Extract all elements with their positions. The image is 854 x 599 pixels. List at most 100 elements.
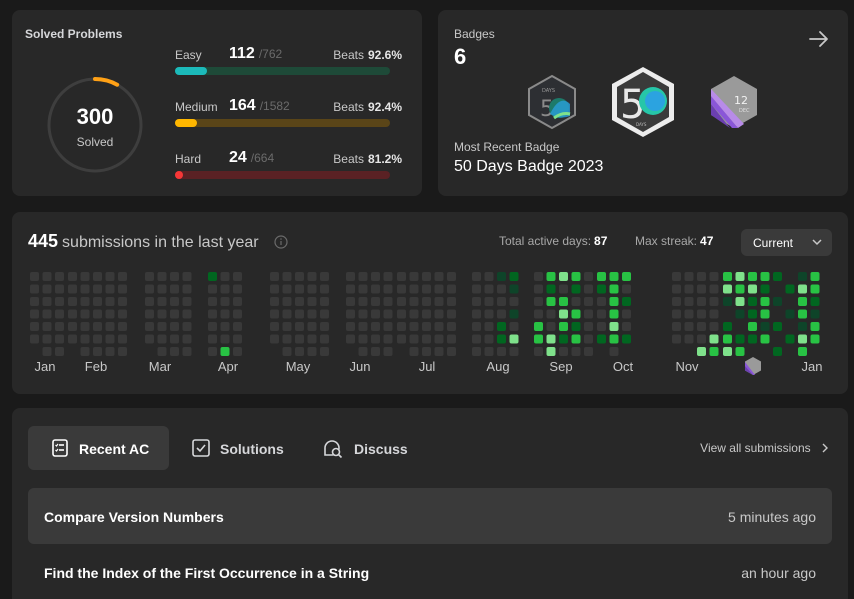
heatmap-cell[interactable]: [798, 322, 807, 331]
heatmap-cell[interactable]: [295, 284, 304, 294]
heatmap-cell[interactable]: [472, 347, 481, 356]
heatmap-cell[interactable]: [735, 334, 745, 344]
heatmap-cell[interactable]: [497, 309, 506, 319]
heatmap-cell[interactable]: [118, 284, 127, 294]
heatmap-cell[interactable]: [697, 284, 706, 294]
50-days-small-badge-icon[interactable]: DAYS 5: [526, 74, 578, 130]
heatmap-cell[interactable]: [55, 347, 64, 356]
heatmap-cell[interactable]: [170, 309, 179, 319]
heatmap-cell[interactable]: [346, 284, 355, 294]
heatmap-cell[interactable]: [609, 347, 619, 356]
heatmap-cell[interactable]: [534, 309, 543, 319]
heatmap-cell[interactable]: [584, 334, 593, 344]
heatmap-cell[interactable]: [307, 272, 317, 281]
heatmap-cell[interactable]: [422, 309, 431, 319]
heatmap-cell[interactable]: [220, 284, 230, 294]
dec-12-badge-icon[interactable]: 12 DEC: [708, 74, 760, 130]
heatmap-cell[interactable]: [622, 309, 631, 319]
heatmap-cell[interactable]: [80, 284, 90, 294]
heatmap-cell[interactable]: [735, 309, 745, 319]
heatmap-cell[interactable]: [346, 297, 355, 306]
heatmap-cell[interactable]: [810, 322, 820, 331]
heatmap-cell[interactable]: [571, 297, 581, 306]
heatmap-cell[interactable]: [497, 334, 506, 344]
heatmap-cell[interactable]: [785, 284, 795, 294]
heatmap-cell[interactable]: [534, 347, 543, 356]
heatmap-cell[interactable]: [307, 322, 317, 331]
heatmap-cell[interactable]: [447, 297, 456, 306]
heatmap-cell[interactable]: [723, 297, 732, 306]
view-all-submissions-link[interactable]: View all submissions: [700, 441, 830, 455]
heatmap-cell[interactable]: [709, 297, 719, 306]
heatmap-cell[interactable]: [358, 284, 368, 294]
heatmap-cell[interactable]: [105, 309, 115, 319]
heatmap-cell[interactable]: [30, 284, 39, 294]
heatmap-cell[interactable]: [383, 334, 393, 344]
heatmap-cell[interactable]: [534, 334, 543, 344]
heatmap-cell[interactable]: [371, 322, 380, 331]
heatmap-cell[interactable]: [735, 297, 745, 306]
heatmap-cell[interactable]: [118, 309, 127, 319]
heatmap-cell[interactable]: [270, 322, 279, 331]
heatmap-cell[interactable]: [723, 284, 732, 294]
heatmap-cell[interactable]: [30, 322, 39, 331]
heatmap-cell[interactable]: [760, 322, 770, 331]
heatmap-cell[interactable]: [597, 334, 606, 344]
heatmap-cell[interactable]: [409, 297, 419, 306]
heatmap-cell[interactable]: [157, 322, 167, 331]
heatmap-cell[interactable]: [105, 284, 115, 294]
heatmap-cell[interactable]: [233, 334, 242, 344]
heatmap-cell[interactable]: [773, 297, 782, 306]
heatmap-cell[interactable]: [584, 309, 593, 319]
heatmap-cell[interactable]: [810, 284, 820, 294]
heatmap-cell[interactable]: [434, 334, 444, 344]
heatmap-cell[interactable]: [80, 347, 90, 356]
heatmap-cell[interactable]: [93, 347, 102, 356]
heatmap-cell[interactable]: [798, 297, 807, 306]
heatmap-cell[interactable]: [118, 347, 127, 356]
heatmap-cell[interactable]: [295, 322, 304, 331]
heatmap-cell[interactable]: [684, 322, 694, 331]
heatmap-cell[interactable]: [371, 334, 380, 344]
heatmap-cell[interactable]: [546, 334, 556, 344]
heatmap-cell[interactable]: [30, 297, 39, 306]
heatmap-cell[interactable]: [358, 272, 368, 281]
heatmap-cell[interactable]: [371, 284, 380, 294]
heatmap-cell[interactable]: [397, 284, 406, 294]
heatmap-cell[interactable]: [559, 347, 568, 356]
heatmap-cell[interactable]: [484, 347, 494, 356]
heatmap-cell[interactable]: [497, 272, 506, 281]
heatmap-cell[interactable]: [571, 284, 581, 294]
heatmap-cell[interactable]: [622, 334, 631, 344]
heatmap-cell[interactable]: [157, 272, 167, 281]
heatmap-cell[interactable]: [358, 309, 368, 319]
heatmap-cell[interactable]: [697, 347, 706, 356]
heatmap-cell[interactable]: [145, 272, 154, 281]
heatmap-cell[interactable]: [484, 284, 494, 294]
heatmap-cell[interactable]: [497, 284, 506, 294]
heatmap-cell[interactable]: [609, 334, 619, 344]
heatmap-cell[interactable]: [233, 322, 242, 331]
heatmap-cell[interactable]: [434, 272, 444, 281]
heatmap-cell[interactable]: [748, 272, 757, 281]
heatmap-cell[interactable]: [773, 272, 782, 281]
heatmap-cell[interactable]: [282, 309, 292, 319]
heatmap-cell[interactable]: [785, 309, 795, 319]
heatmap-cell[interactable]: [447, 347, 456, 356]
heatmap-cell[interactable]: [80, 272, 90, 281]
heatmap-cell[interactable]: [295, 272, 304, 281]
heatmap-cell[interactable]: [208, 334, 217, 344]
heatmap-cell[interactable]: [684, 309, 694, 319]
heatmap-cell[interactable]: [622, 297, 631, 306]
heatmap-cell[interactable]: [220, 322, 230, 331]
heatmap-cell[interactable]: [208, 284, 217, 294]
heatmap-cell[interactable]: [735, 284, 745, 294]
heatmap-cell[interactable]: [80, 309, 90, 319]
heatmap-cell[interactable]: [358, 322, 368, 331]
arrow-right-icon[interactable]: [808, 28, 830, 50]
heatmap-cell[interactable]: [220, 272, 230, 281]
heatmap-cell[interactable]: [80, 297, 90, 306]
heatmap-cell[interactable]: [484, 309, 494, 319]
heatmap-cell[interactable]: [434, 309, 444, 319]
heatmap-cell[interactable]: [118, 297, 127, 306]
